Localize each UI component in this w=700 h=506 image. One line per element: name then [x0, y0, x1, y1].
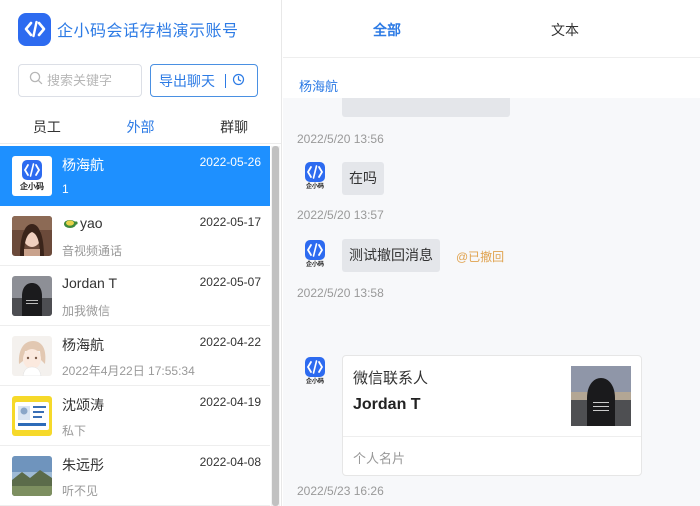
- app-logo-icon: [18, 12, 51, 46]
- conversation-date: 2022-04-08: [199, 455, 261, 469]
- conversation-name: 朱远彤: [62, 457, 104, 473]
- search-icon: [29, 71, 43, 90]
- conversation-item[interactable]: 杨海航 2022-04-22 2022年4月22日 17:55:34: [0, 326, 270, 386]
- avatar-logo-text: 企小码: [20, 182, 44, 191]
- landscape-photo-avatar: [12, 456, 52, 496]
- scrollbar-thumb[interactable]: [272, 146, 279, 506]
- conversation-name: 沈颂涛: [62, 397, 104, 413]
- recalled-status: @已撤回: [456, 250, 505, 264]
- chat-panel: 全部 文本 杨海航 2022/5/20 13:56 企小码 在吗 2022/5/…: [283, 0, 700, 506]
- sender-logo-text: 企小码: [305, 379, 324, 385]
- conversation-item[interactable]: 朱远彤 2022-04-08 听不见: [0, 446, 270, 506]
- sender-logo-icon: 企小码: [303, 162, 327, 192]
- message-filter-tabs: 全部 文本: [283, 0, 700, 58]
- conversation-preview: 听不见: [62, 484, 99, 498]
- conversation-name-text: yao: [80, 215, 103, 231]
- conversation-preview: 私下: [62, 424, 87, 438]
- turtle-emoji-icon: [62, 216, 78, 228]
- hoodie-photo-avatar: [12, 276, 52, 316]
- message-timestamp: 2022/5/20 13:57: [297, 208, 384, 222]
- message-history: 2022/5/20 13:56 企小码 在吗 2022/5/20 13:57 企…: [283, 98, 700, 506]
- yellow-card-avatar: [12, 396, 52, 436]
- history-icon[interactable]: [232, 73, 245, 89]
- conversation-date: 2022-04-19: [199, 395, 261, 409]
- sender-logo-text: 企小码: [305, 262, 324, 268]
- card-divider: [343, 436, 641, 437]
- message-bubble[interactable]: 在吗: [342, 162, 384, 195]
- conversation-name: 杨海航: [62, 157, 104, 173]
- conversation-preview: 2022年4月22日 17:55:34: [62, 364, 195, 378]
- conversation-item[interactable]: 企小码 杨海航 2022-05-26 1: [0, 146, 270, 206]
- conversation-item[interactable]: 沈颂涛 2022-04-19 私下: [0, 386, 270, 446]
- conversation-name: 杨海航: [62, 337, 104, 353]
- chat-contact-header: 杨海航: [283, 58, 700, 98]
- tab-group-chats[interactable]: 群聊: [187, 112, 281, 143]
- conversation-preview: 1: [62, 182, 69, 196]
- conversation-preview: 加我微信: [62, 304, 111, 318]
- message-timestamp: 2022/5/20 13:58: [297, 286, 384, 300]
- contact-card-type: 个人名片: [353, 451, 406, 466]
- search-input[interactable]: [47, 73, 137, 88]
- contact-card-title: 微信联系人: [353, 370, 429, 387]
- tab-external[interactable]: 外部: [94, 112, 188, 143]
- export-chat-label: 导出聊天: [159, 72, 215, 89]
- clipped-message-bubble: [342, 98, 510, 117]
- sender-logo-icon: 企小码: [303, 357, 327, 387]
- conversation-item[interactable]: Jordan T 2022-05-07 加我微信: [0, 266, 270, 326]
- message-timestamp: 2022/5/23 16:26: [297, 484, 384, 498]
- conversation-list-scrollbar[interactable]: [271, 146, 280, 506]
- conversation-name: yao: [62, 215, 103, 231]
- tab-text[interactable]: 文本: [551, 20, 579, 40]
- contact-card-photo: [571, 366, 631, 426]
- tab-all[interactable]: 全部: [373, 20, 401, 40]
- qixiaoma-avatar: 企小码: [12, 156, 52, 196]
- anime-avatar: [12, 336, 52, 376]
- chat-contact-name[interactable]: 杨海航: [299, 76, 338, 95]
- brand-header: 企小码会话存档演示账号: [18, 12, 239, 46]
- conversation-sidebar: 企小码会话存档演示账号 导出聊天 员工 外部 群聊: [0, 0, 282, 506]
- export-chat-button[interactable]: 导出聊天: [150, 64, 258, 97]
- tab-employees[interactable]: 员工: [0, 112, 94, 143]
- message-bubble[interactable]: 测试撤回消息: [342, 239, 440, 272]
- girl-photo-avatar: [12, 216, 52, 256]
- conversation-name: Jordan T: [62, 275, 117, 291]
- sender-logo-icon: 企小码: [303, 240, 327, 270]
- conversation-date: 2022-05-17: [199, 215, 261, 229]
- conversation-type-tabs: 员工 外部 群聊: [0, 112, 281, 144]
- button-divider: [225, 73, 226, 88]
- app-title: 企小码会话存档演示账号: [57, 23, 239, 40]
- contact-card-message[interactable]: 微信联系人 Jordan T 个人名片: [342, 355, 642, 476]
- sender-logo-text: 企小码: [305, 184, 324, 190]
- message-timestamp: 2022/5/20 13:56: [297, 132, 384, 146]
- conversation-date: 2022-05-07: [199, 275, 261, 289]
- conversation-date: 2022-04-22: [199, 335, 261, 349]
- conversation-date: 2022-05-26: [199, 155, 261, 169]
- conversation-preview: 音视频通话: [62, 244, 123, 258]
- conversation-list: 企小码 杨海航 2022-05-26 1 yao 2022-05-17 音视频通…: [0, 146, 270, 506]
- search-box[interactable]: [18, 64, 142, 97]
- conversation-item[interactable]: yao 2022-05-17 音视频通话: [0, 206, 270, 266]
- contact-card-name: Jordan T: [353, 396, 421, 413]
